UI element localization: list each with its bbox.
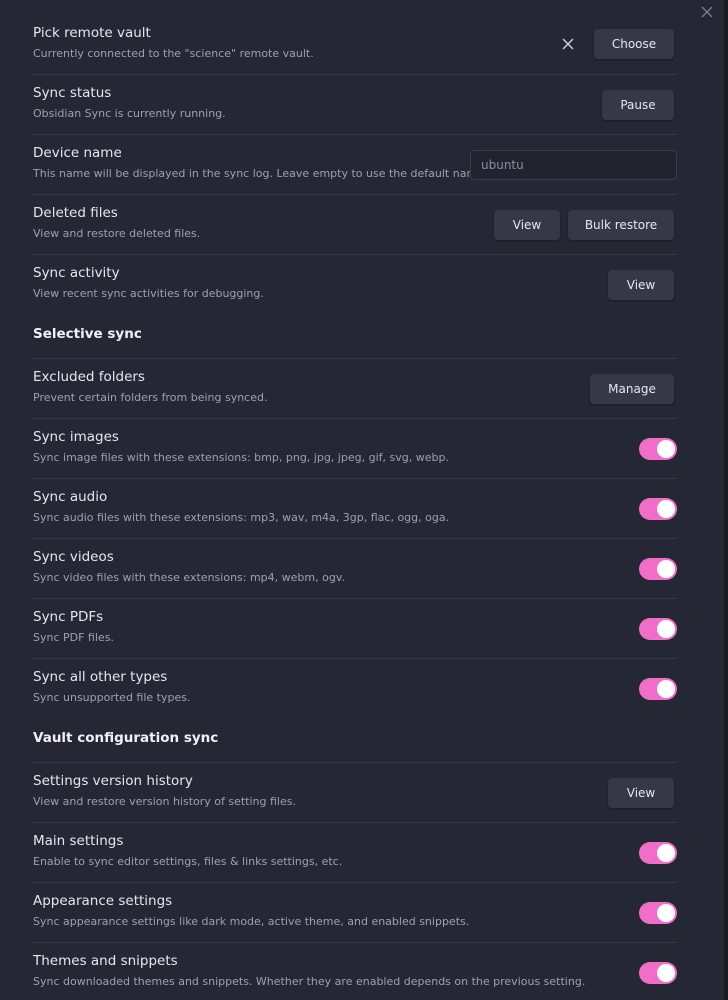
manage-folders-button[interactable]: Manage xyxy=(590,373,674,404)
setting-name: Main settings xyxy=(33,833,124,849)
toggle-knob xyxy=(657,903,675,922)
setting-name: Device name xyxy=(33,145,122,161)
setting-description: View and restore version history of sett… xyxy=(33,795,296,808)
setting-name: Sync activity xyxy=(33,265,120,281)
sync-videos-toggle[interactable] xyxy=(639,557,677,580)
setting-description: Prevent certain folders from being synce… xyxy=(33,391,268,404)
setting-sync-status: Sync status Obsidian Sync is currently r… xyxy=(33,74,677,134)
section-title: Selective sync xyxy=(33,326,142,342)
setting-sync-pdfs: Sync PDFs Sync PDF files. xyxy=(33,598,677,658)
setting-excluded-folders: Excluded folders Prevent certain folders… xyxy=(33,358,677,418)
setting-description: View and restore deleted files. xyxy=(33,227,201,240)
themes-snippets-toggle[interactable] xyxy=(639,961,677,984)
setting-name: Sync audio xyxy=(33,489,108,505)
toggle-knob xyxy=(657,619,675,638)
setting-name: Sync all other types xyxy=(33,669,168,685)
pause-button[interactable]: Pause xyxy=(602,89,674,120)
section-title: Vault configuration sync xyxy=(33,730,219,746)
setting-description: Obsidian Sync is currently running. xyxy=(33,107,226,120)
section-heading-vault-config-sync: Vault configuration sync xyxy=(33,718,677,762)
setting-description: This name will be displayed in the sync … xyxy=(33,167,488,180)
setting-description: Sync image files with these extensions: … xyxy=(33,451,449,464)
setting-name: Sync PDFs xyxy=(33,609,104,625)
setting-name: Sync videos xyxy=(33,549,114,565)
disconnect-icon[interactable] xyxy=(560,36,576,52)
toggle-knob xyxy=(657,559,675,578)
setting-pick-remote-vault: Pick remote vault Currently connected to… xyxy=(33,14,677,74)
sync-other-types-toggle[interactable] xyxy=(639,677,677,700)
setting-name: Themes and snippets xyxy=(33,953,178,969)
choose-button[interactable]: Choose xyxy=(594,29,674,59)
sync-pdfs-toggle[interactable] xyxy=(639,617,677,640)
setting-description: Sync unsupported file types. xyxy=(33,691,191,704)
toggle-knob xyxy=(657,843,675,862)
setting-description: Enable to sync editor settings, files & … xyxy=(33,855,343,868)
view-history-button[interactable]: View xyxy=(608,777,674,808)
setting-sync-images: Sync images Sync image files with these … xyxy=(33,418,677,478)
setting-sync-activity: Sync activity View recent sync activitie… xyxy=(33,254,677,314)
toggle-knob xyxy=(657,679,675,698)
setting-name: Appearance settings xyxy=(33,893,173,909)
settings-list: Pick remote vault Currently connected to… xyxy=(33,14,677,1000)
setting-description: Sync PDF files. xyxy=(33,631,114,644)
setting-appearance-settings: Appearance settings Sync appearance sett… xyxy=(33,882,677,942)
toggle-knob xyxy=(657,439,675,458)
setting-name: Deleted files xyxy=(33,205,118,221)
sync-images-toggle[interactable] xyxy=(639,437,677,460)
setting-description: Currently connected to the "science" rem… xyxy=(33,47,314,60)
device-name-input[interactable] xyxy=(470,149,677,180)
setting-name: Sync status xyxy=(33,85,112,101)
close-modal-icon[interactable] xyxy=(700,4,714,18)
setting-description: Sync audio files with these extensions: … xyxy=(33,511,450,524)
setting-description: Sync video files with these extensions: … xyxy=(33,571,345,584)
setting-name: Pick remote vault xyxy=(33,25,151,41)
toggle-knob xyxy=(657,499,675,518)
section-heading-selective-sync: Selective sync xyxy=(33,314,677,358)
setting-sync-audio: Sync audio Sync audio files with these e… xyxy=(33,478,677,538)
appearance-settings-toggle[interactable] xyxy=(639,901,677,924)
setting-deleted-files: Deleted files View and restore deleted f… xyxy=(33,194,677,254)
sync-audio-toggle[interactable] xyxy=(639,497,677,520)
setting-description: Sync appearance settings like dark mode,… xyxy=(33,915,470,928)
setting-name: Settings version history xyxy=(33,773,193,789)
setting-sync-videos: Sync videos Sync video files with these … xyxy=(33,538,677,598)
setting-main-settings: Main settings Enable to sync editor sett… xyxy=(33,822,677,882)
main-settings-toggle[interactable] xyxy=(639,841,677,864)
setting-description: Sync downloaded themes and snippets. Whe… xyxy=(33,975,586,988)
bulk-restore-button[interactable]: Bulk restore xyxy=(568,209,674,240)
setting-themes-and-snippets: Themes and snippets Sync downloaded them… xyxy=(33,942,677,1000)
toggle-knob xyxy=(657,963,675,982)
setting-name: Sync images xyxy=(33,429,119,445)
setting-name: Excluded folders xyxy=(33,369,145,385)
sync-settings-modal: Pick remote vault Currently connected to… xyxy=(0,0,728,1000)
setting-sync-other-types: Sync all other types Sync unsupported fi… xyxy=(33,658,677,718)
setting-description: View recent sync activities for debuggin… xyxy=(33,287,264,300)
setting-settings-version-history: Settings version history View and restor… xyxy=(33,762,677,822)
view-activity-button[interactable]: View xyxy=(608,269,674,300)
setting-device-name: Device name This name will be displayed … xyxy=(33,134,677,194)
view-deleted-button[interactable]: View xyxy=(494,209,560,240)
